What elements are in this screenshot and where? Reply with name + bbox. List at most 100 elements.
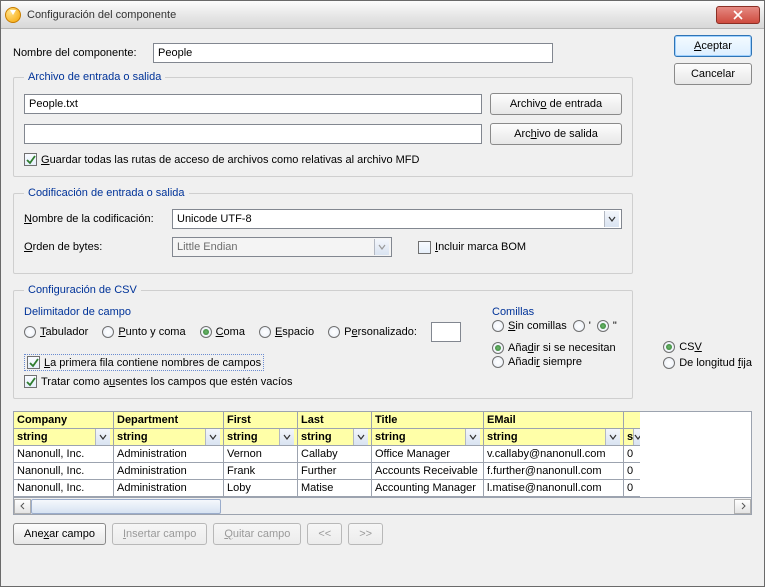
preview-grid: CompanyDepartmentFirstLastTitleEMailstri… bbox=[13, 411, 752, 515]
table-cell: Last bbox=[298, 412, 372, 429]
table-cell: 0 bbox=[624, 446, 640, 463]
table-cell: v.callaby@nanonull.com bbox=[484, 446, 624, 463]
scroll-right-button[interactable] bbox=[734, 499, 751, 514]
first-row-checkbox[interactable] bbox=[27, 356, 40, 369]
chevron-down-icon bbox=[374, 239, 389, 255]
output-file-label: Archivo de salida bbox=[514, 128, 598, 140]
save-relative-label: Guardar todas las rutas de acceso de arc… bbox=[41, 154, 419, 166]
close-button[interactable] bbox=[716, 6, 760, 24]
scroll-track[interactable] bbox=[31, 499, 734, 514]
scroll-left-button[interactable] bbox=[14, 499, 31, 514]
scroll-thumb[interactable] bbox=[31, 499, 221, 514]
quotes-always-label: Añadir siempre bbox=[508, 356, 582, 368]
treat-empty-label: Tratar como ausentes los campos que esté… bbox=[41, 376, 293, 388]
delim-custom-radio[interactable] bbox=[328, 326, 340, 338]
input-file-label: Archivo de entrada bbox=[510, 98, 602, 110]
table-cell: Administration bbox=[114, 480, 224, 497]
accept-button[interactable]: Aceptar bbox=[674, 35, 752, 57]
quotes-double-radio[interactable] bbox=[597, 320, 609, 332]
table-cell: 0 bbox=[624, 480, 640, 497]
encoding-group-legend: Codificación de entrada o salida bbox=[24, 187, 189, 199]
delim-space-label: Espacio bbox=[275, 326, 314, 338]
chevron-down-icon[interactable] bbox=[279, 429, 294, 445]
table-row: CompanyDepartmentFirstLastTitleEMail bbox=[14, 412, 751, 429]
titlebar[interactable]: Configuración del componente bbox=[1, 1, 764, 29]
remove-field-button: Quitar campo bbox=[213, 523, 301, 545]
table-row: stringstringstringstringstringstrings bbox=[14, 429, 751, 446]
format-csv-radio[interactable] bbox=[663, 341, 675, 353]
accept-label: ceptar bbox=[701, 40, 732, 52]
table-cell: Nanonull, Inc. bbox=[14, 463, 114, 480]
table-cell[interactable]: string bbox=[484, 429, 624, 446]
table-cell: Loby bbox=[224, 480, 298, 497]
cancel-label: Cancelar bbox=[691, 68, 735, 80]
output-file-input[interactable] bbox=[24, 124, 482, 144]
format-fixed-radio[interactable] bbox=[663, 357, 675, 369]
quotes-single-radio[interactable] bbox=[573, 320, 585, 332]
quotes-double-label: " bbox=[613, 320, 617, 332]
delim-space-radio[interactable] bbox=[259, 326, 271, 338]
table-cell: Nanonull, Inc. bbox=[14, 446, 114, 463]
table-cell: Nanonull, Inc. bbox=[14, 480, 114, 497]
format-fixed-label: De longitud fija bbox=[679, 357, 752, 369]
check-icon bbox=[29, 358, 39, 368]
byte-order-dropdown: Little Endian bbox=[172, 237, 392, 257]
quotes-none-label: Sin comillas bbox=[508, 320, 567, 332]
dialog-title: Configuración del componente bbox=[27, 9, 716, 21]
byte-order-label: Orden de bytes: bbox=[24, 241, 172, 253]
quotes-add-radio[interactable] bbox=[492, 342, 504, 354]
encoding-groupbox: Codificación de entrada o salida Nombre … bbox=[13, 187, 633, 274]
delim-tab-radio[interactable] bbox=[24, 326, 36, 338]
table-cell[interactable]: string bbox=[14, 429, 114, 446]
table-row: Nanonull, Inc.AdministrationVernonCallab… bbox=[14, 446, 751, 463]
delim-semi-radio[interactable] bbox=[102, 326, 114, 338]
input-file-button[interactable]: Archivo de entrada bbox=[490, 93, 622, 115]
chevron-down-icon[interactable] bbox=[95, 429, 110, 445]
table-cell[interactable]: s bbox=[624, 429, 640, 446]
cancel-button[interactable]: Cancelar bbox=[674, 63, 752, 85]
table-cell[interactable]: string bbox=[224, 429, 298, 446]
table-cell: Administration bbox=[114, 446, 224, 463]
component-name-input[interactable] bbox=[153, 43, 553, 63]
table-cell bbox=[624, 412, 640, 429]
table-cell: EMail bbox=[484, 412, 624, 429]
chevron-down-icon[interactable] bbox=[633, 429, 640, 445]
chevron-down-icon[interactable] bbox=[353, 429, 368, 445]
table-cell: Frank bbox=[224, 463, 298, 480]
table-cell: Accounting Manager bbox=[372, 480, 484, 497]
table-cell[interactable]: string bbox=[114, 429, 224, 446]
chevron-down-icon[interactable] bbox=[605, 429, 620, 445]
dialog-window: Configuración del componente Aceptar Can… bbox=[0, 0, 765, 587]
quotes-none-radio[interactable] bbox=[492, 320, 504, 332]
encoding-name-label: Nombre de la codificación: bbox=[24, 213, 172, 225]
table-cell[interactable]: string bbox=[372, 429, 484, 446]
check-icon bbox=[26, 155, 36, 165]
delim-comma-radio[interactable] bbox=[200, 326, 212, 338]
table-cell[interactable]: string bbox=[298, 429, 372, 446]
table-row: Nanonull, Inc.AdministrationLobyMatiseAc… bbox=[14, 480, 751, 497]
append-field-button[interactable]: Anexar campo bbox=[13, 523, 106, 545]
table-cell: Department bbox=[114, 412, 224, 429]
app-clock-icon bbox=[5, 7, 21, 23]
chevron-down-icon[interactable] bbox=[205, 429, 220, 445]
chevron-down-icon bbox=[604, 211, 619, 227]
table-cell: l.matise@nanonull.com bbox=[484, 480, 624, 497]
encoding-name-dropdown[interactable]: Unicode UTF-8 bbox=[172, 209, 622, 229]
table-cell: Callaby bbox=[298, 446, 372, 463]
table-cell: Company bbox=[14, 412, 114, 429]
save-relative-checkbox[interactable] bbox=[24, 153, 37, 166]
chevron-down-icon[interactable] bbox=[465, 429, 480, 445]
table-cell: Vernon bbox=[224, 446, 298, 463]
delim-custom-input[interactable] bbox=[431, 322, 461, 342]
horizontal-scrollbar[interactable] bbox=[13, 498, 752, 515]
treat-empty-checkbox[interactable] bbox=[24, 375, 37, 388]
delim-custom-label: Personalizado: bbox=[344, 326, 417, 338]
include-bom-checkbox[interactable] bbox=[418, 241, 431, 254]
table-cell: First bbox=[224, 412, 298, 429]
close-icon bbox=[733, 10, 743, 20]
input-file-input[interactable] bbox=[24, 94, 482, 114]
output-file-button[interactable]: Archivo de salida bbox=[490, 123, 622, 145]
format-csv-label: CSV bbox=[679, 341, 702, 353]
quotes-always-radio[interactable] bbox=[492, 356, 504, 368]
table-row: Nanonull, Inc.AdministrationFrankFurther… bbox=[14, 463, 751, 480]
